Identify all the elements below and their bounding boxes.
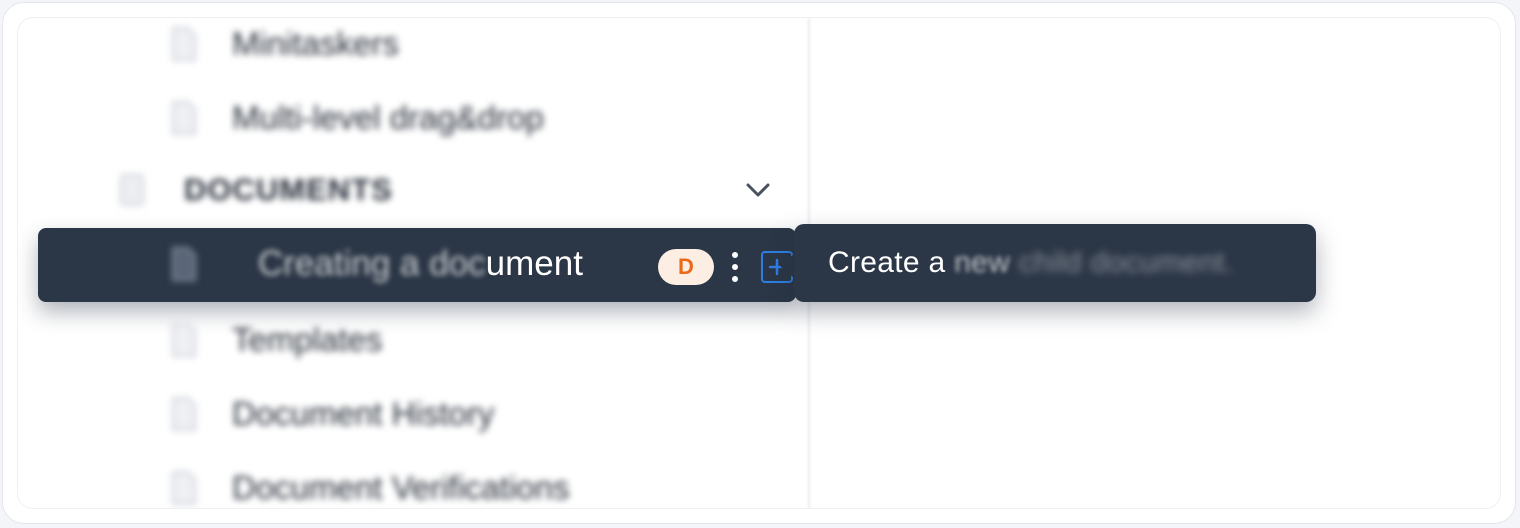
app-window: Minitaskers Multi-level drag&drop DOCUME… (17, 17, 1501, 509)
document-icon (170, 396, 198, 432)
document-icon (170, 322, 198, 358)
tooltip: Create a new child document. (794, 224, 1316, 302)
tree-item-minitaskers[interactable]: Minitaskers (170, 24, 399, 64)
section-documents[interactable]: DOCUMENTS (118, 168, 798, 212)
tooltip-text-part2: new (954, 246, 1019, 279)
kebab-menu-icon[interactable] (726, 249, 744, 285)
tooltip-text: Create a new child document. (828, 246, 1233, 280)
tooltip-text-part1: Create a (828, 246, 955, 279)
active-item-label-end: ument (485, 244, 583, 283)
tree-item-label: Minitaskers (232, 25, 399, 62)
tree-item-label: Document Verifications (232, 469, 570, 506)
tree-item-label: Multi-level drag&drop (232, 99, 544, 136)
tree-item-templates[interactable]: Templates (170, 320, 382, 360)
chevron-down-icon[interactable] (744, 180, 772, 200)
screenshot-frame: Minitaskers Multi-level drag&drop DOCUME… (2, 2, 1516, 524)
document-icon (170, 26, 198, 62)
document-icon (170, 246, 198, 282)
tree-item-document-history[interactable]: Document History (170, 394, 494, 434)
section-title: DOCUMENTS (184, 172, 393, 207)
tree-item-creating-a-document[interactable]: Creating a document D (38, 228, 796, 302)
tooltip-text-part3: child document. (1018, 246, 1234, 279)
active-item-label: Creating a document (258, 244, 583, 284)
tooltip-arrow (780, 254, 794, 278)
active-item-label-start: Creating a doc (258, 244, 486, 283)
tree-item-multi-level-drag-drop[interactable]: Multi-level drag&drop (170, 98, 544, 138)
document-icon (170, 100, 198, 136)
folder-icon (118, 172, 146, 208)
avatar: D (658, 249, 714, 285)
document-icon (170, 470, 198, 506)
tree-item-label: Document History (232, 395, 495, 432)
tree-item-document-verifications[interactable]: Document Verifications (170, 468, 570, 508)
tree-item-label: Templates (232, 321, 383, 358)
